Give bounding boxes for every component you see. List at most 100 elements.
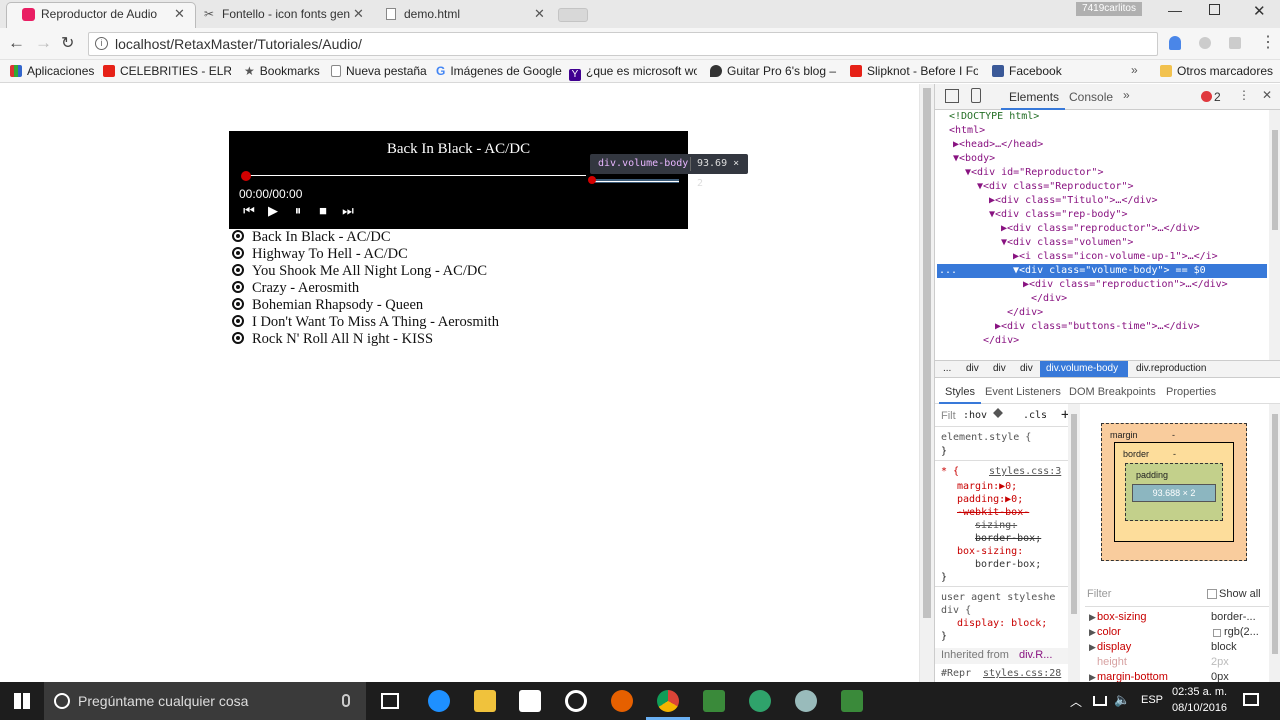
breadcrumb-item[interactable]: div xyxy=(1020,363,1033,374)
scrollbar-thumb[interactable] xyxy=(1071,414,1077,614)
scrollbar-thumb[interactable] xyxy=(1272,130,1278,230)
media-icon[interactable] xyxy=(565,690,587,712)
app-icon[interactable] xyxy=(749,690,771,712)
dom-node[interactable]: </div> xyxy=(983,334,1019,348)
reload-icon[interactable]: ↻ xyxy=(61,33,74,53)
language-indicator[interactable]: ESP xyxy=(1141,694,1163,706)
dom-scrollbar[interactable] xyxy=(1269,110,1280,360)
tab-fontello[interactable]: ✂ Fontello - icon fonts gen ✕ xyxy=(196,2,376,28)
dom-node[interactable]: </div> xyxy=(1007,306,1043,320)
menu-icon[interactable]: ⋮ xyxy=(1238,88,1250,102)
dom-node[interactable]: ▼<div id="Reproductor"> xyxy=(965,166,1103,180)
windows-start-icon[interactable] xyxy=(14,693,30,709)
volume-icon[interactable]: 🔈 xyxy=(1114,692,1130,708)
breadcrumb-item-active[interactable]: div.volume-body xyxy=(1040,361,1128,377)
dom-node[interactable]: ▼<div class="volumen"> xyxy=(1001,236,1133,250)
playlist-item[interactable]: Rock N' Roll All N ight - KISS xyxy=(232,331,499,348)
extension-icon[interactable] xyxy=(1169,36,1181,50)
scrollbar-thumb[interactable] xyxy=(1272,414,1278,654)
previous-icon[interactable]: ⏮ xyxy=(242,204,256,218)
cls-toggle[interactable]: .cls xyxy=(1023,410,1047,421)
breadcrumb-item[interactable]: ... xyxy=(943,363,951,374)
progress-bar[interactable] xyxy=(246,175,586,176)
pause-icon[interactable]: ⏸ xyxy=(291,204,305,218)
breadcrumb-item[interactable]: div xyxy=(966,363,979,374)
inspect-element-icon[interactable] xyxy=(945,89,959,103)
breadcrumb-item[interactable]: div xyxy=(993,363,1006,374)
element-style-selector[interactable]: element.style { xyxy=(941,432,1031,443)
volume-body[interactable] xyxy=(588,176,679,184)
camtasia-icon[interactable] xyxy=(703,690,725,712)
error-count[interactable]: 2 xyxy=(1214,90,1221,104)
tab-styles[interactable]: Styles xyxy=(945,386,975,398)
app-icon[interactable] xyxy=(795,690,817,712)
menu-icon[interactable]: ⋮ xyxy=(1260,32,1276,52)
playlist-item[interactable]: I Don't Want To Miss A Thing - Aerosmith xyxy=(232,314,499,331)
style-decl[interactable]: padding:▶0; xyxy=(957,494,1023,505)
tab-demo[interactable]: demo.html ✕ xyxy=(380,2,550,28)
clock-time[interactable]: 02:35 a. m. xyxy=(1172,686,1227,698)
computed-prop[interactable]: height xyxy=(1097,656,1127,668)
tab-reproductor[interactable]: Reproductor de Audio ✕ xyxy=(6,2,196,28)
notifications-icon[interactable] xyxy=(1243,693,1259,706)
page-scrollbar[interactable] xyxy=(919,84,934,682)
dom-node[interactable]: ▶<div class="Titulo">…</div> xyxy=(989,194,1158,208)
chevron-right-icon[interactable]: ▶ xyxy=(1089,642,1096,653)
style-decl[interactable]: margin:▶0; xyxy=(957,481,1017,492)
next-icon[interactable]: ⏭ xyxy=(341,204,355,218)
inherited-link[interactable]: div.R... xyxy=(1019,649,1052,661)
color-swatch[interactable] xyxy=(1213,629,1221,637)
microphone-icon[interactable] xyxy=(342,694,350,707)
bookmark-item[interactable]: Slipknot - Before I Fo xyxy=(850,63,978,79)
close-icon[interactable]: ✕ xyxy=(174,2,185,26)
dom-node[interactable]: ▼<body> xyxy=(953,152,995,166)
edge-icon[interactable] xyxy=(428,690,450,712)
dom-node[interactable]: ▼<div class="Reproductor"> xyxy=(977,180,1134,194)
firefox-icon[interactable] xyxy=(611,690,633,712)
profile-name[interactable]: 7419carlitos xyxy=(1076,2,1142,16)
playlist-item[interactable]: Crazy - Aerosmith xyxy=(232,280,499,297)
rule-selector[interactable]: #Repr xyxy=(941,668,971,679)
style-decl[interactable]: border-box; xyxy=(975,559,1041,570)
playlist-item[interactable]: You Shook Me All Night Long - AC/DC xyxy=(232,263,499,280)
style-decl-overridden[interactable]: sizing: xyxy=(975,520,1017,531)
minimize-icon[interactable]: — xyxy=(1168,2,1182,18)
chevron-right-icon[interactable]: » xyxy=(1131,63,1138,77)
style-decl-overridden[interactable]: -webkit-box- xyxy=(957,507,1029,518)
forward-icon[interactable]: → xyxy=(35,33,52,53)
dom-node[interactable]: <html> xyxy=(949,124,985,138)
dom-node[interactable]: ▼<div class="rep-body"> xyxy=(989,208,1127,222)
clock-date[interactable]: 08/10/2016 xyxy=(1172,702,1227,714)
computed-filter-input[interactable]: Filter xyxy=(1087,588,1111,600)
computed-scrollbar[interactable] xyxy=(1269,404,1280,682)
rule-source-link[interactable]: styles.css:3 xyxy=(989,466,1061,477)
progress-handle[interactable] xyxy=(241,171,251,181)
extension-icon[interactable] xyxy=(1229,37,1241,49)
styles-scrollbar[interactable] xyxy=(1068,404,1080,682)
dom-node[interactable]: ▶<i class="icon-volume-up-1">…</i> xyxy=(1013,250,1218,264)
extension-icon[interactable] xyxy=(1199,37,1211,49)
volume-handle[interactable] xyxy=(588,176,596,184)
bookmark-item[interactable]: ★ Bookmarks xyxy=(244,63,320,79)
more-tabs-icon[interactable]: » xyxy=(1123,88,1130,102)
bookmark-item[interactable]: Nueva pestaña xyxy=(331,63,427,79)
styles-filter-input[interactable]: Filt xyxy=(941,410,956,422)
stop-icon[interactable]: ■ xyxy=(316,204,330,218)
dom-node[interactable]: ▶<div class="reproduction">…</div> xyxy=(1023,278,1228,292)
chrome-icon[interactable] xyxy=(657,690,679,712)
show-all-checkbox[interactable] xyxy=(1207,589,1217,599)
hov-toggle[interactable]: :hov xyxy=(963,410,987,421)
device-toolbar-icon[interactable] xyxy=(971,88,981,103)
rule-source-link[interactable]: styles.css:28 xyxy=(983,668,1061,679)
cortana-search[interactable]: Pregúntame cualquier cosa xyxy=(44,682,366,720)
playlist-item[interactable]: Highway To Hell - AC/DC xyxy=(232,246,499,263)
dom-node-selected[interactable]: ▼<div class="volume-body"> == $0 xyxy=(1013,264,1206,278)
tab-elements[interactable]: Elements xyxy=(1009,90,1059,104)
tab-properties[interactable]: Properties xyxy=(1166,386,1216,398)
dom-node[interactable]: </div> xyxy=(1031,292,1067,306)
chevron-right-icon[interactable]: ▶ xyxy=(1089,627,1096,638)
style-decl[interactable]: box-sizing: xyxy=(957,546,1023,557)
computed-prop[interactable]: display xyxy=(1097,641,1131,653)
bookmark-item[interactable]: Y ¿que es microsoft wo xyxy=(569,63,697,81)
dom-node[interactable]: ▶<div class="buttons-time">…</div> xyxy=(995,320,1200,334)
